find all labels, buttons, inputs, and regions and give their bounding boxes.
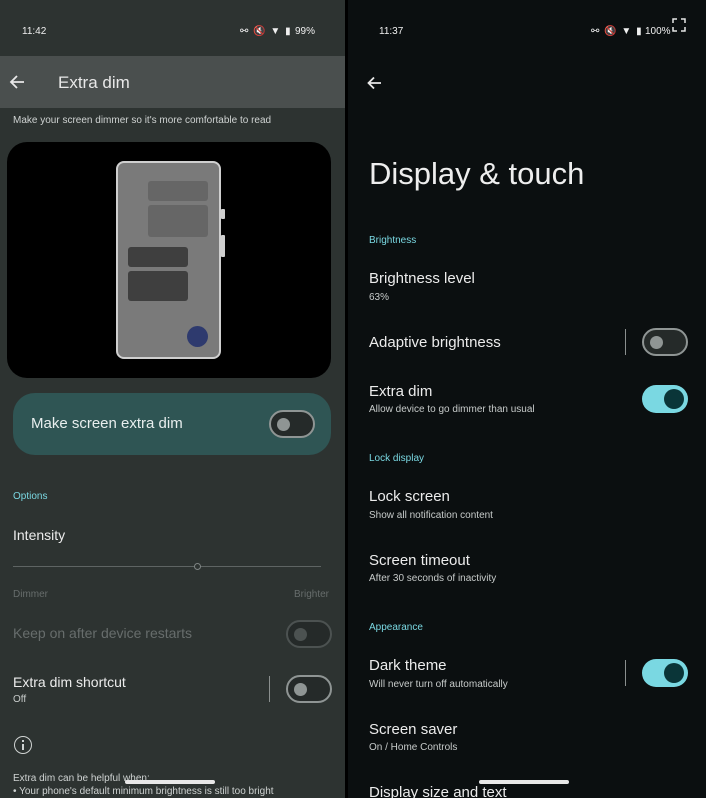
screen-saver-description: On / Home Controls — [369, 742, 458, 753]
preview-block — [148, 181, 208, 201]
status-icons: ⚯ 🔇 ▼ ▮ — [591, 26, 643, 37]
divider — [625, 329, 626, 355]
extra-dim-shortcut-title[interactable]: Extra dim shortcut — [13, 674, 126, 690]
status-icons: ⚯ 🔇 ▼ ▮ — [240, 26, 292, 37]
divider — [269, 676, 270, 702]
preview-dot — [187, 326, 208, 347]
screen-timeout-description: After 30 seconds of inactivity — [369, 573, 497, 584]
back-arrow-icon[interactable] — [366, 74, 384, 92]
appearance-header: Appearance — [369, 622, 423, 633]
status-bar: 11:37 ⚯ 🔇 ▼ ▮ 100% — [348, 0, 706, 56]
page-title: Display & touch — [369, 156, 585, 191]
options-header: Options — [13, 491, 48, 502]
make-screen-extra-dim-card[interactable]: Make screen extra dim — [13, 393, 331, 455]
switch-knob — [277, 418, 290, 431]
dim-preview-illustration — [7, 142, 331, 378]
page-title: Extra dim — [58, 73, 130, 92]
extra-dim-switch[interactable] — [642, 385, 688, 413]
phone-illustration — [116, 161, 225, 359]
page-description: Make your screen dimmer so it's more com… — [13, 115, 272, 126]
extra-dim-shortcut-status: Off — [13, 694, 27, 705]
screen-saver-title[interactable]: Screen saver — [369, 721, 457, 738]
info-icon — [14, 736, 32, 754]
dark-theme-switch[interactable] — [642, 659, 688, 687]
keep-on-after-restart-switch[interactable] — [286, 620, 332, 648]
fullscreen-icon[interactable] — [672, 18, 686, 32]
adaptive-brightness-title[interactable]: Adaptive brightness — [369, 334, 501, 351]
switch-knob — [294, 628, 307, 641]
lock-display-header: Lock display — [369, 453, 425, 464]
phone-side-button — [221, 235, 225, 257]
extra-dim-description: Allow device to go dimmer than usual — [369, 404, 535, 415]
display-and-touch-screen: 11:37 ⚯ 🔇 ▼ ▮ 100% Display & touch Brigh… — [348, 0, 706, 798]
lock-screen-description: Show all notification content — [369, 510, 493, 521]
brightness-level-title[interactable]: Brightness level — [369, 270, 475, 287]
brightness-header: Brightness — [369, 235, 417, 246]
dark-theme-description: Will never turn off automatically — [369, 679, 508, 690]
display-size-title[interactable]: Display size and text — [369, 784, 507, 798]
battery-percent: 100% — [645, 26, 671, 37]
keep-on-after-restart-title: Keep on after device restarts — [13, 625, 192, 641]
switch-knob — [650, 336, 663, 349]
preview-block — [128, 271, 188, 301]
preview-block — [128, 247, 188, 267]
extra-dim-title[interactable]: Extra dim — [369, 383, 432, 400]
footer-line-2: • Your phone's default minimum brightnes… — [13, 786, 274, 797]
adaptive-brightness-switch[interactable] — [642, 328, 688, 356]
intensity-slider-thumb[interactable] — [193, 563, 201, 570]
extra-dim-shortcut-switch[interactable] — [286, 675, 332, 703]
app-bar: Extra dim — [0, 56, 345, 108]
gesture-navigation-bar[interactable] — [125, 780, 215, 784]
lock-screen-title[interactable]: Lock screen — [369, 488, 450, 505]
back-arrow-icon[interactable] — [8, 72, 28, 92]
dimmer-label: Dimmer — [13, 589, 48, 600]
battery-percent: 99% — [295, 26, 316, 37]
switch-knob — [664, 389, 684, 409]
divider — [625, 660, 626, 686]
brighter-label: Brighter — [294, 589, 330, 600]
dark-theme-title[interactable]: Dark theme — [369, 657, 447, 674]
extra-dim-screen: 11:42 ⚯ 🔇 ▼ ▮ 99% Extra dim Make your sc… — [0, 0, 345, 798]
phone-side-button — [221, 209, 225, 219]
switch-knob — [664, 663, 684, 683]
preview-block — [148, 205, 208, 237]
screen-timeout-title[interactable]: Screen timeout — [369, 552, 470, 569]
status-time: 11:42 — [22, 26, 47, 37]
intensity-title: Intensity — [13, 527, 66, 543]
status-bar: 11:42 ⚯ 🔇 ▼ ▮ 99% — [0, 0, 345, 56]
make-screen-extra-dim-switch[interactable] — [269, 410, 315, 438]
switch-knob — [294, 683, 307, 696]
intensity-slider-track[interactable] — [13, 566, 321, 567]
brightness-level-value: 63% — [369, 292, 390, 303]
make-screen-extra-dim-label: Make screen extra dim — [31, 415, 183, 432]
gesture-navigation-bar[interactable] — [479, 780, 569, 784]
status-time: 11:37 — [379, 26, 404, 37]
